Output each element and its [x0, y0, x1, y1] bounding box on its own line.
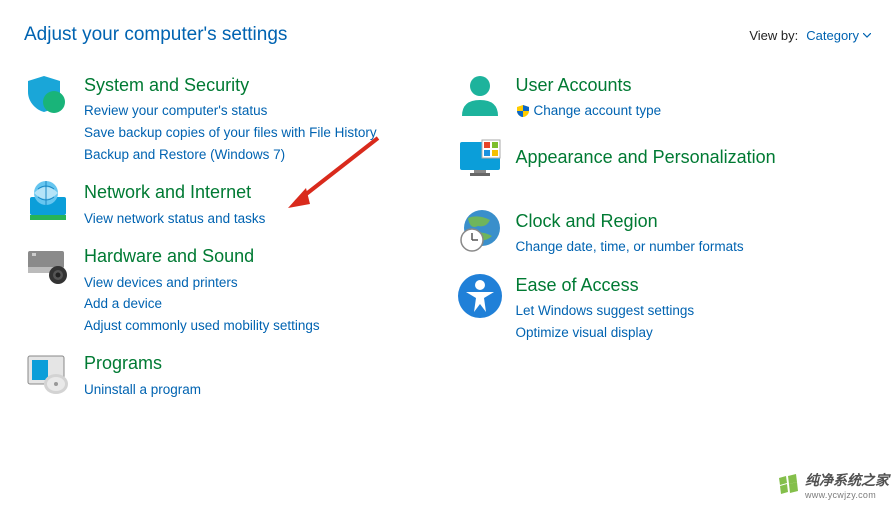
network-internet-icon: [24, 179, 72, 227]
link-add-device[interactable]: Add a device: [84, 293, 320, 315]
chevron-down-icon: [863, 33, 871, 38]
view-by-selector: View by: Category: [749, 28, 871, 43]
link-file-history[interactable]: Save backup copies of your files with Fi…: [84, 122, 377, 144]
appearance-icon: [456, 136, 504, 184]
clock-region-title[interactable]: Clock and Region: [516, 210, 658, 233]
view-by-label: View by:: [749, 28, 798, 43]
category-system-security: System and Security Review your computer…: [24, 72, 440, 165]
programs-icon: [24, 350, 72, 398]
link-optimize-display[interactable]: Optimize visual display: [516, 322, 695, 344]
programs-title[interactable]: Programs: [84, 352, 162, 375]
page-title: Adjust your computer's settings: [24, 24, 287, 46]
clock-region-icon: [456, 208, 504, 256]
link-mobility-settings[interactable]: Adjust commonly used mobility settings: [84, 315, 320, 337]
ease-of-access-title[interactable]: Ease of Access: [516, 274, 639, 297]
category-programs: Programs Uninstall a program: [24, 350, 440, 400]
category-hardware-sound: Hardware and Sound View devices and prin…: [24, 243, 440, 336]
hardware-sound-title[interactable]: Hardware and Sound: [84, 245, 254, 268]
watermark-title: 纯净系统之家: [805, 470, 889, 490]
watermark-url: www.ycwjzy.com: [805, 490, 876, 500]
appearance-title[interactable]: Appearance and Personalization: [516, 146, 776, 169]
watermark-logo-icon: [777, 474, 799, 496]
view-by-dropdown[interactable]: Category: [806, 28, 871, 43]
category-appearance: Appearance and Personalization: [456, 136, 872, 184]
category-ease-of-access: Ease of Access Let Windows suggest setti…: [456, 272, 872, 344]
link-windows-suggest[interactable]: Let Windows suggest settings: [516, 300, 695, 322]
view-by-value: Category: [806, 28, 859, 43]
link-change-account-type[interactable]: Change account type: [534, 100, 662, 122]
system-security-title[interactable]: System and Security: [84, 74, 249, 97]
link-review-status[interactable]: Review your computer's status: [84, 100, 377, 122]
user-accounts-title[interactable]: User Accounts: [516, 74, 632, 97]
link-uninstall-program[interactable]: Uninstall a program: [84, 379, 201, 401]
shield-icon: [516, 104, 530, 118]
network-internet-title[interactable]: Network and Internet: [84, 181, 251, 204]
watermark: 纯净系统之家 www.ycwjzy.com: [777, 470, 889, 500]
link-network-status[interactable]: View network status and tasks: [84, 208, 265, 230]
hardware-sound-icon: [24, 243, 72, 291]
category-network-internet: Network and Internet View network status…: [24, 179, 440, 229]
user-accounts-icon: [456, 72, 504, 120]
system-security-icon: [24, 72, 72, 120]
category-user-accounts: User Accounts Change account type: [456, 72, 872, 122]
ease-of-access-icon: [456, 272, 504, 320]
link-backup-restore[interactable]: Backup and Restore (Windows 7): [84, 144, 377, 166]
category-clock-region: Clock and Region Change date, time, or n…: [456, 208, 872, 258]
link-devices-printers[interactable]: View devices and printers: [84, 272, 320, 294]
link-change-date-time[interactable]: Change date, time, or number formats: [516, 236, 744, 258]
